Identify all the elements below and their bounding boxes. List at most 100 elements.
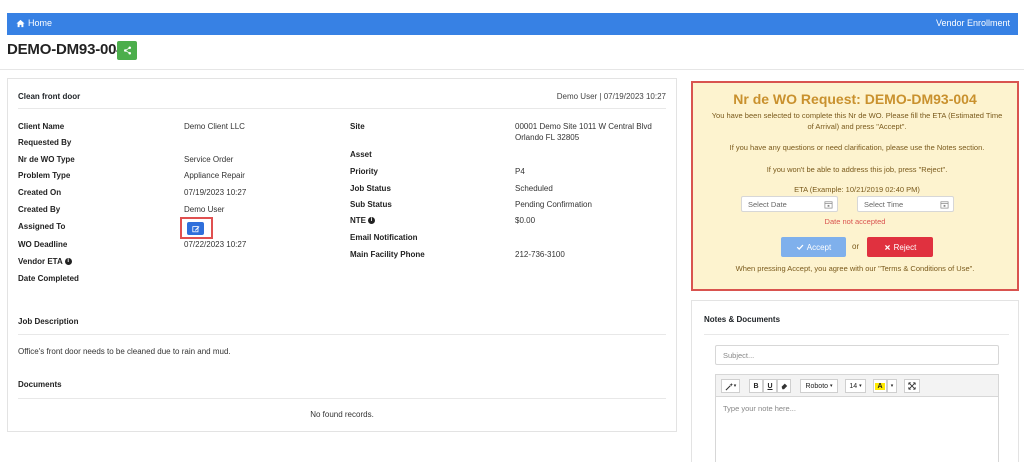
site-label: Site <box>350 122 365 131</box>
magic-style-button[interactable]: ▾ <box>721 379 740 393</box>
wo-type-value: Service Order <box>184 155 234 164</box>
times-icon <box>884 244 890 250</box>
assigned-to-label: Assigned To <box>18 222 66 231</box>
eta-date-placeholder: Select Date <box>748 200 787 209</box>
request-instructions-1: You have been selected to complete this … <box>711 111 1003 120</box>
created-on-value: 07/19/2023 10:27 <box>184 188 247 197</box>
divider <box>18 398 666 399</box>
date-status-error: Date not accepted <box>824 217 886 226</box>
chevron-down-icon: ▾ <box>890 383 894 389</box>
title-divider <box>0 69 1024 70</box>
fullscreen-button[interactable] <box>904 379 920 393</box>
font-size-value: 14 <box>849 382 858 390</box>
eta-date-input[interactable]: Select Date <box>741 196 838 212</box>
request-instructions-2: If you have any questions or need clarif… <box>729 143 985 152</box>
requested-by-label: Requested By <box>18 138 72 147</box>
note-editor: ▾ B U Roboto ▾ 14 ▾ A ▾ Type your note her… <box>715 374 999 462</box>
accept-button[interactable]: Accept <box>781 237 846 257</box>
page-title: DEMO-DM93-004 <box>7 41 125 58</box>
notes-title: Notes & Documents <box>704 315 781 324</box>
divider <box>18 334 666 335</box>
info-icon[interactable]: i <box>64 258 72 266</box>
assign-edit-button[interactable] <box>187 222 204 235</box>
main-facility-phone-label: Main Facility Phone <box>350 250 425 259</box>
request-instructions-1b: of Arrival) and press "Accept". <box>807 122 907 131</box>
email-notification-label: Email Notification <box>350 233 418 242</box>
chevron-down-icon: ▾ <box>859 383 862 389</box>
nte-value: $0.00 <box>515 216 536 225</box>
documents-label: Documents <box>18 380 62 389</box>
problem-type-value: Appliance Repair <box>184 171 245 180</box>
job-status-value: Scheduled <box>515 184 553 193</box>
home-icon <box>16 19 25 27</box>
share-button[interactable] <box>117 41 137 60</box>
clear-format-button[interactable] <box>777 379 791 393</box>
client-name-value: Demo Client LLC <box>184 122 245 131</box>
eta-label: ETA (Example: 10/21/2019 02:40 PM) <box>794 185 920 194</box>
bold-button[interactable]: B <box>749 379 763 393</box>
created-by-value: Demo User <box>184 205 225 214</box>
underline-icon: U <box>767 382 773 390</box>
home-link[interactable]: Home <box>16 18 52 28</box>
underline-button[interactable]: U <box>763 379 777 393</box>
divider <box>18 108 666 109</box>
highlight-color-dropdown[interactable]: ▾ <box>887 379 897 393</box>
eta-time-placeholder: Select Time <box>864 200 904 209</box>
wo-request-card: Nr de WO Request: DEMO-DM93-004 You have… <box>691 81 1019 291</box>
or-text: or <box>852 242 860 251</box>
notes-documents-card: Notes & Documents Subject... ▾ B U Robot… <box>691 300 1019 462</box>
sub-status-label: Sub Status <box>350 200 392 209</box>
fullscreen-icon <box>908 382 916 390</box>
asset-label: Asset <box>350 150 372 159</box>
reject-button[interactable]: Reject <box>867 237 933 257</box>
font-family-value: Roboto <box>805 382 829 390</box>
vendor-eta-text: Vendor ETA <box>18 257 63 266</box>
accept-label: Accept <box>806 242 832 252</box>
magic-icon <box>725 382 733 390</box>
site-value-line2: Orlando FL 32805 <box>515 133 580 142</box>
created-on-label: Created On <box>18 188 62 197</box>
subject-input[interactable]: Subject... <box>715 345 999 365</box>
client-name-label: Client Name <box>18 122 65 131</box>
job-description-label: Job Description <box>18 317 79 326</box>
request-instructions-3: If you won't be able to address this job… <box>766 165 948 174</box>
share-icon <box>123 46 131 55</box>
vendor-eta-label: Vendor ETA i <box>18 257 72 266</box>
wo-deadline-label: WO Deadline <box>18 240 68 249</box>
assigned-to-highlight <box>180 217 213 239</box>
divider <box>704 334 1009 335</box>
highlight-color-button[interactable]: A <box>873 379 887 393</box>
editor-toolbar: ▾ B U Roboto ▾ 14 ▾ A ▾ <box>716 375 998 397</box>
terms-notice: When pressing Accept, you agree with our… <box>735 264 975 273</box>
chevron-down-icon: ▾ <box>830 383 833 389</box>
eraser-icon <box>781 383 788 390</box>
request-title: Nr de WO Request: DEMO-DM93-004 <box>733 91 977 107</box>
font-family-dropdown[interactable]: Roboto ▾ <box>800 379 838 393</box>
site-value-line1: 00001 Demo Site 1011 W Central Blvd <box>515 122 652 131</box>
created-by-label: Created By <box>18 205 61 214</box>
nte-label: NTE i <box>350 216 375 225</box>
highlight-icon: A <box>875 382 885 390</box>
note-body-input[interactable]: Type your note here... <box>723 404 796 413</box>
eta-time-input[interactable]: Select Time <box>857 196 954 212</box>
vendor-enrollment-link[interactable]: Vendor Enrollment <box>936 18 1010 28</box>
sub-status-value: Pending Confirmation <box>515 200 592 209</box>
reject-label: Reject <box>893 242 917 252</box>
top-navbar: Home Vendor Enrollment <box>7 13 1018 35</box>
priority-value: P4 <box>515 167 525 176</box>
date-completed-label: Date Completed <box>18 274 79 283</box>
home-label: Home <box>28 18 53 28</box>
check-icon <box>796 244 804 250</box>
job-description-text: Office's front door needs to be cleaned … <box>18 347 231 356</box>
clock-icon <box>940 201 949 209</box>
font-size-dropdown[interactable]: 14 ▾ <box>845 379 866 393</box>
nte-text: NTE <box>350 216 366 225</box>
bold-icon: B <box>753 382 759 390</box>
job-status-label: Job Status <box>350 184 391 193</box>
wo-type-label: Nr de WO Type <box>18 155 75 164</box>
priority-label: Priority <box>350 167 379 176</box>
wo-summary: Clean front door <box>18 92 81 101</box>
wo-meta: Demo User | 07/19/2023 10:27 <box>556 92 666 101</box>
info-icon[interactable]: i <box>368 217 375 225</box>
calendar-icon <box>824 201 833 209</box>
